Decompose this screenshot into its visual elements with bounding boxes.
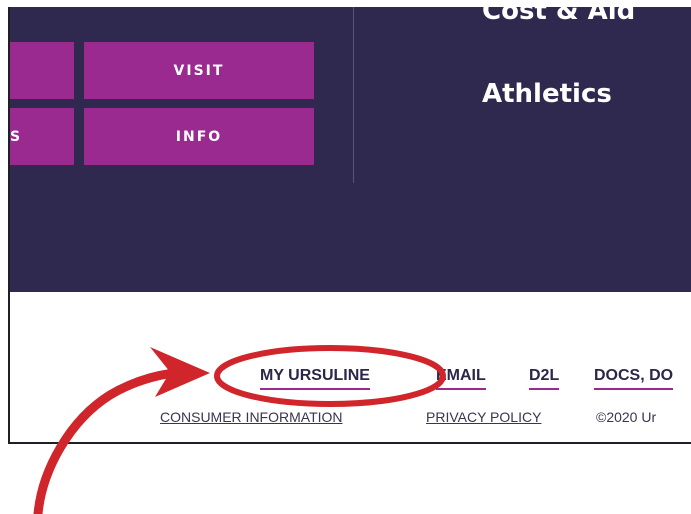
my-ursuline-link[interactable]: MY URSULINE (260, 367, 370, 390)
nav-link-cost-aid[interactable]: Cost & Aid (482, 7, 635, 26)
info-button-label: INFO (175, 128, 223, 145)
mega-button-partial-2-label: S (10, 128, 23, 145)
footer-legal-row: CONSUMER INFORMATION PRIVACY POLICY ©202… (10, 409, 691, 433)
info-button[interactable]: INFO (84, 108, 314, 165)
privacy-policy-link[interactable]: PRIVACY POLICY (426, 409, 541, 425)
copyright-text: ©2020 Ur (596, 409, 657, 425)
screenshot-stage: S VISIT INFO Cost & Aid Athletics MY URS… (0, 0, 691, 514)
docs-link[interactable]: DOCS, DO (594, 367, 674, 390)
visit-button[interactable]: VISIT (84, 42, 314, 99)
website-frame: S VISIT INFO Cost & Aid Athletics MY URS… (8, 7, 691, 444)
mega-button-partial-2[interactable]: S (10, 108, 74, 165)
consumer-information-link[interactable]: CONSUMER INFORMATION (160, 409, 343, 425)
footer-utility-links: MY URSULINE EMAIL D2L DOCS, DO (10, 367, 691, 397)
nav-link-athletics[interactable]: Athletics (482, 79, 612, 109)
menu-divider (353, 7, 354, 183)
mega-button-partial-1[interactable] (10, 42, 74, 99)
header-mega-menu: S VISIT INFO Cost & Aid Athletics (10, 7, 691, 292)
email-link[interactable]: EMAIL (436, 367, 486, 390)
d2l-link[interactable]: D2L (529, 367, 560, 390)
visit-button-label: VISIT (173, 62, 225, 79)
